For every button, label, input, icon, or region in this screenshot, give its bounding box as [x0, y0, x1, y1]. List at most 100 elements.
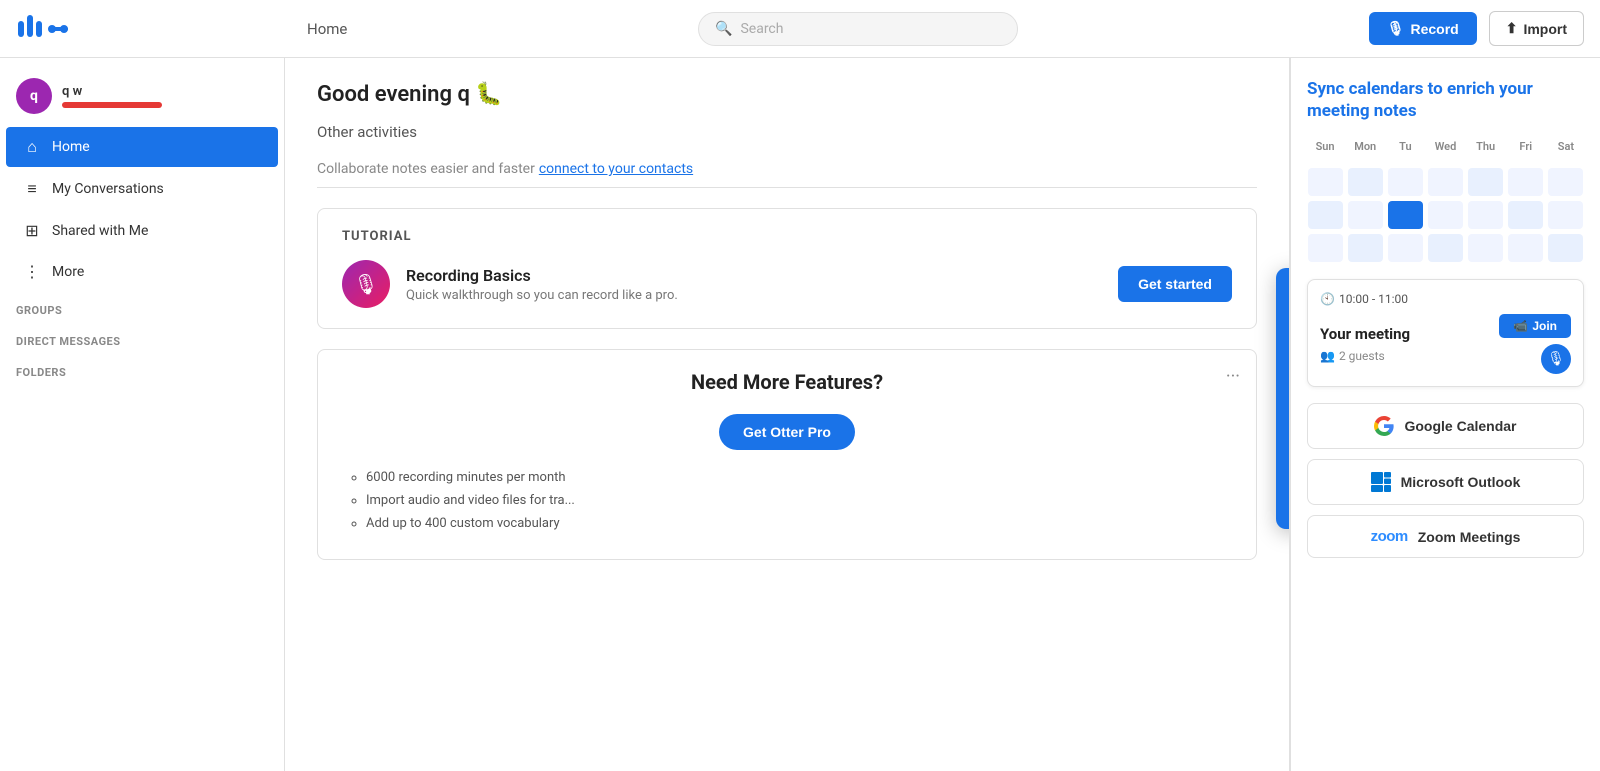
outlook-label: Microsoft Outlook: [1401, 474, 1521, 490]
sync-title: Sync calendars to enrich your meeting no…: [1307, 78, 1584, 122]
avatar-initials: q: [30, 88, 38, 104]
tutorial-title: Recording Basics: [406, 266, 1102, 285]
greeting: Good evening q 🐛: [317, 82, 1257, 107]
get-started-button[interactable]: Get started: [1118, 266, 1232, 302]
features-card: ··· Need More Features? Get Otter Pro 60…: [317, 349, 1257, 560]
sidebar-shared-label: Shared with Me: [52, 223, 148, 239]
cal-cell: [1388, 234, 1423, 262]
cal-cell: [1428, 201, 1463, 229]
meeting-guests: 👥 2 guests: [1320, 349, 1410, 363]
meeting-guests-text: 2 guests: [1339, 349, 1385, 363]
cal-cell: [1548, 201, 1583, 229]
tutorial-card: TUTORIAL 🎙 Recording Basics Quick walkth…: [317, 208, 1257, 329]
cal-cell: [1308, 201, 1343, 229]
cal-cell: [1508, 234, 1543, 262]
cal-day-wed: Wed: [1427, 138, 1463, 155]
cal-day-thu: Thu: [1468, 138, 1504, 155]
google-calendar-label: Google Calendar: [1404, 418, 1516, 434]
search-input[interactable]: 🔍 Search: [698, 12, 1018, 46]
mic-button[interactable]: 🎙: [1541, 344, 1571, 374]
guests-icon: 👥: [1320, 349, 1335, 363]
sidebar-my-conversations-label: My Conversations: [52, 181, 164, 197]
cal-cell: [1508, 168, 1543, 196]
user-email-bar: [62, 102, 162, 108]
user-info: q w: [62, 84, 162, 108]
tutorial-label: TUTORIAL: [342, 229, 1232, 244]
cal-cell: [1348, 168, 1383, 196]
cal-cell: [1468, 234, 1503, 262]
cal-cell: [1428, 234, 1463, 262]
right-panel: Sync calendars to enrich your meeting no…: [1290, 58, 1600, 771]
meeting-info: Your meeting 👥 2 guests: [1320, 325, 1410, 363]
meeting-actions: Your meeting 👥 2 guests 📹 Join 🎙: [1320, 314, 1571, 374]
content-area-wrap: Good evening q 🐛 Other activities Collab…: [285, 58, 1600, 771]
cal-cell: [1468, 168, 1503, 196]
mic-tutorial-icon: 🎙: [353, 272, 378, 296]
topbar-actions: 🎙 Record ⬆ Import: [1369, 11, 1584, 46]
meeting-name: Your meeting: [1320, 325, 1410, 343]
activities-label: Other activities: [317, 123, 1257, 141]
google-calendar-button[interactable]: Google Calendar: [1307, 403, 1584, 449]
sidebar-item-shared-with-me[interactable]: ⊞ Shared with Me: [6, 211, 278, 250]
logo-icon: [16, 11, 76, 47]
home-breadcrumb: Home: [307, 20, 347, 38]
meeting-time: 🕙 10:00 - 11:00: [1320, 292, 1571, 306]
cal-cell: [1308, 234, 1343, 262]
join-button[interactable]: 📹 Join: [1499, 314, 1571, 338]
import-label: Import: [1523, 21, 1567, 37]
sidebar-item-more[interactable]: ⋮ More: [6, 252, 278, 291]
search-icon: 🔍: [715, 21, 732, 37]
logo: [16, 11, 301, 47]
join-label: Join: [1532, 319, 1557, 333]
cal-cell: [1388, 201, 1423, 229]
upload-icon: ⬆: [1506, 20, 1518, 37]
cal-day-sun: Sun: [1307, 138, 1343, 155]
more-icon: ⋮: [22, 262, 42, 281]
sidebar: q q w ⌂ Home ≡ My Conversations ⊞ Shared…: [0, 58, 285, 771]
user-section: q q w: [0, 70, 284, 126]
avatar: q: [16, 78, 52, 114]
cal-cell: [1428, 168, 1463, 196]
cal-cell: [1548, 168, 1583, 196]
cal-cell: [1348, 234, 1383, 262]
sidebar-groups-label: GROUPS: [0, 292, 284, 323]
cal-day-tue: Tu: [1387, 138, 1423, 155]
zoom-button[interactable]: zoom Zoom Meetings: [1307, 515, 1584, 558]
clock-icon: 🕙: [1320, 292, 1335, 306]
import-button[interactable]: ⬆ Import: [1489, 11, 1584, 46]
sidebar-direct-messages-label: DIRECT MESSAGES: [0, 323, 284, 354]
tutorial-item: 🎙 Recording Basics Quick walkthrough so …: [342, 260, 1232, 308]
feature-item: Add up to 400 custom vocabulary: [366, 516, 1232, 531]
collaborate-text: Collaborate notes easier and faster: [317, 161, 535, 177]
user-name: q w: [62, 84, 162, 99]
tooltip-popup: See all your events right in Otter One c…: [1276, 268, 1289, 529]
sidebar-item-my-conversations[interactable]: ≡ My Conversations: [6, 169, 278, 209]
google-icon: [1374, 416, 1394, 436]
features-title: Need More Features?: [342, 370, 1232, 394]
record-button[interactable]: 🎙 Record: [1369, 12, 1477, 45]
sidebar-more-label: More: [52, 264, 84, 280]
get-otter-pro-button[interactable]: Get Otter Pro: [719, 414, 855, 450]
tutorial-desc: Quick walkthrough so you can record like…: [406, 288, 1102, 303]
search-placeholder-text: Search: [740, 21, 783, 37]
search-bar: 🔍 Search: [363, 12, 1352, 46]
feature-item: Import audio and video files for tra...: [366, 493, 1232, 508]
cal-day-mon: Mon: [1347, 138, 1383, 155]
collaborate-bar: Collaborate notes easier and faster conn…: [317, 151, 1257, 188]
outlook-icon: [1371, 472, 1391, 492]
topbar: Home 🔍 Search 🎙 Record ⬆ Import: [0, 0, 1600, 58]
connect-contacts-link[interactable]: connect to your contacts: [539, 161, 693, 177]
cal-cell: [1308, 168, 1343, 196]
features-more-icon[interactable]: ···: [1226, 366, 1240, 387]
cal-cell: [1388, 168, 1423, 196]
zoom-label: Zoom Meetings: [1418, 529, 1521, 545]
video-icon: 📹: [1513, 319, 1528, 333]
sidebar-folders-label: FOLDERS: [0, 354, 284, 385]
outlook-button[interactable]: Microsoft Outlook: [1307, 459, 1584, 505]
sidebar-home-label: Home: [52, 139, 90, 155]
shared-icon: ⊞: [22, 221, 42, 240]
cal-cell: [1508, 201, 1543, 229]
calendar-days: Sun Mon Tu Wed Thu Fri Sat: [1307, 138, 1584, 155]
tutorial-icon: 🎙: [342, 260, 390, 308]
sidebar-item-home[interactable]: ⌂ Home: [6, 127, 278, 167]
